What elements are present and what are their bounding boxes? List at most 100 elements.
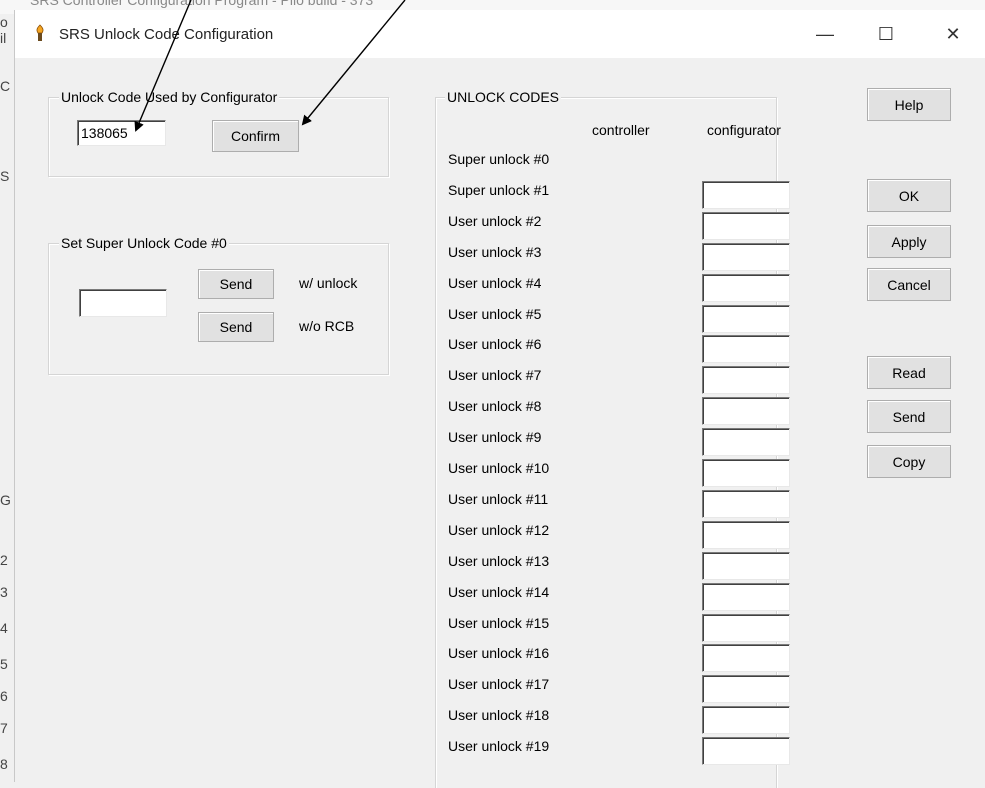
configurator-code-input[interactable] [702,737,790,765]
background-letter: o [0,14,8,30]
configurator-code-input[interactable] [702,459,790,487]
unlock-code-label: User unlock #9 [448,429,542,445]
minimize-icon: — [816,23,834,44]
unlock-code-row: User unlock #18 [448,706,808,736]
copy-button[interactable]: Copy [867,445,951,478]
configurator-code-input[interactable] [702,212,790,240]
unlock-code-row: User unlock #17 [448,675,808,705]
configurator-code-input[interactable] [702,552,790,580]
unlock-code-dialog: SRS Unlock Code Configuration — ☐ ✕ Unlo… [14,10,985,788]
configurator-code-input[interactable] [702,274,790,302]
unlock-code-label: User unlock #15 [448,615,550,631]
background-letter: 2 [0,552,8,568]
configurator-code-input[interactable] [702,644,790,672]
unlock-code-row: User unlock #13 [448,552,808,582]
configurator-code-input[interactable] [702,521,790,549]
unlock-code-row: User unlock #14 [448,583,808,613]
configurator-code-input[interactable] [702,305,790,333]
configurator-code-input[interactable] [702,428,790,456]
configurator-code-input[interactable] [702,243,790,271]
unlock-code-row: User unlock #9 [448,428,808,458]
close-button[interactable]: ✕ [930,10,976,58]
configurator-code-input[interactable] [702,614,790,642]
unlock-code-label: Super unlock #1 [448,182,550,198]
unlock-code-row: User unlock #3 [448,243,808,273]
unlock-code-row: User unlock #6 [448,335,808,365]
close-icon: ✕ [945,23,961,44]
background-letter: 6 [0,688,8,704]
send-without-rcb-button[interactable]: Send [198,312,274,342]
unlock-code-label: User unlock #7 [448,367,542,383]
maximize-button[interactable]: ☐ [863,10,909,58]
unlock-code-label: User unlock #16 [448,645,550,661]
unlock-code-label: User unlock #3 [448,244,542,260]
configurator-code-input[interactable] [702,675,790,703]
minimize-button[interactable]: — [802,10,848,58]
controller-column-header: controller [592,122,650,138]
background-window-title: SRS Controller Configuration Program - P… [30,0,374,8]
configurator-code-input[interactable] [702,706,790,734]
send-with-unlock-label: w/ unlock [299,275,358,291]
unlock-code-row: User unlock #5 [448,305,808,335]
background-letter: il [0,30,7,46]
background-letter: C [0,78,11,94]
unlock-code-label: Super unlock #0 [448,151,550,167]
unlock-code-label: User unlock #18 [448,707,550,723]
unlock-code-label: User unlock #17 [448,676,550,692]
configurator-code-input[interactable] [702,366,790,394]
unlock-code-label: User unlock #14 [448,584,550,600]
unlock-code-used-input[interactable] [77,120,166,146]
unlock-code-row: User unlock #19 [448,737,808,767]
dialog-title: SRS Unlock Code Configuration [59,26,274,43]
torch-icon [36,24,44,41]
unlock-code-row: User unlock #12 [448,521,808,551]
send-with-unlock-button[interactable]: Send [198,269,274,299]
background-letter: 5 [0,656,8,672]
unlock-code-row: User unlock #10 [448,459,808,489]
dialog-titlebar[interactable]: SRS Unlock Code Configuration — ☐ ✕ [15,10,985,58]
unlock-code-label: User unlock #2 [448,213,542,229]
unlock-code-row: User unlock #2 [448,212,808,242]
unlock-code-label: User unlock #19 [448,738,550,754]
background-window-left-edge: o il C S G 2 3 4 5 6 7 8 [0,0,14,782]
background-letter: G [0,492,11,508]
unlock-codes-legend: UNLOCK CODES [445,89,562,105]
unlock-code-row: Super unlock #0 [448,150,808,180]
configurator-column-header: configurator [707,122,781,138]
unlock-code-row: User unlock #4 [448,274,808,304]
unlock-code-label: User unlock #5 [448,306,542,322]
configurator-code-input[interactable] [702,583,790,611]
set-super-unlock-legend: Set Super Unlock Code #0 [59,235,229,251]
unlock-code-label: User unlock #12 [448,522,550,538]
unlock-code-row: Super unlock #1 [448,181,808,211]
send-button[interactable]: Send [867,400,951,433]
ok-button[interactable]: OK [867,179,951,212]
unlock-code-label: User unlock #8 [448,398,542,414]
background-letter: 4 [0,620,8,636]
unlock-codes-list: Super unlock #0 Super unlock #1 User unloc… [448,150,808,770]
configurator-code-input[interactable] [702,397,790,425]
background-letter: 7 [0,720,8,736]
background-letter: S [0,168,10,184]
maximize-icon: ☐ [877,23,895,44]
configurator-code-input[interactable] [702,490,790,518]
unlock-code-label: User unlock #4 [448,275,542,291]
unlock-code-row: User unlock #7 [448,366,808,396]
apply-button[interactable]: Apply [867,225,951,258]
unlock-code-label: User unlock #6 [448,336,542,352]
unlock-code-row: User unlock #15 [448,614,808,644]
help-button[interactable]: Help [867,88,951,121]
unlock-code-used-legend: Unlock Code Used by Configurator [59,89,280,105]
unlock-code-label: User unlock #11 [448,491,549,507]
background-letter: 3 [0,584,8,600]
configurator-code-input[interactable] [702,181,790,209]
unlock-code-label: User unlock #13 [448,553,550,569]
confirm-button[interactable]: Confirm [212,120,299,152]
read-button[interactable]: Read [867,356,951,389]
configurator-code-input[interactable] [702,335,790,363]
super-unlock-input[interactable] [79,289,167,317]
unlock-code-row: User unlock #11 [448,490,808,520]
cancel-button[interactable]: Cancel [867,268,951,301]
unlock-code-row: User unlock #16 [448,644,808,674]
send-without-rcb-label: w/o RCB [299,318,355,334]
